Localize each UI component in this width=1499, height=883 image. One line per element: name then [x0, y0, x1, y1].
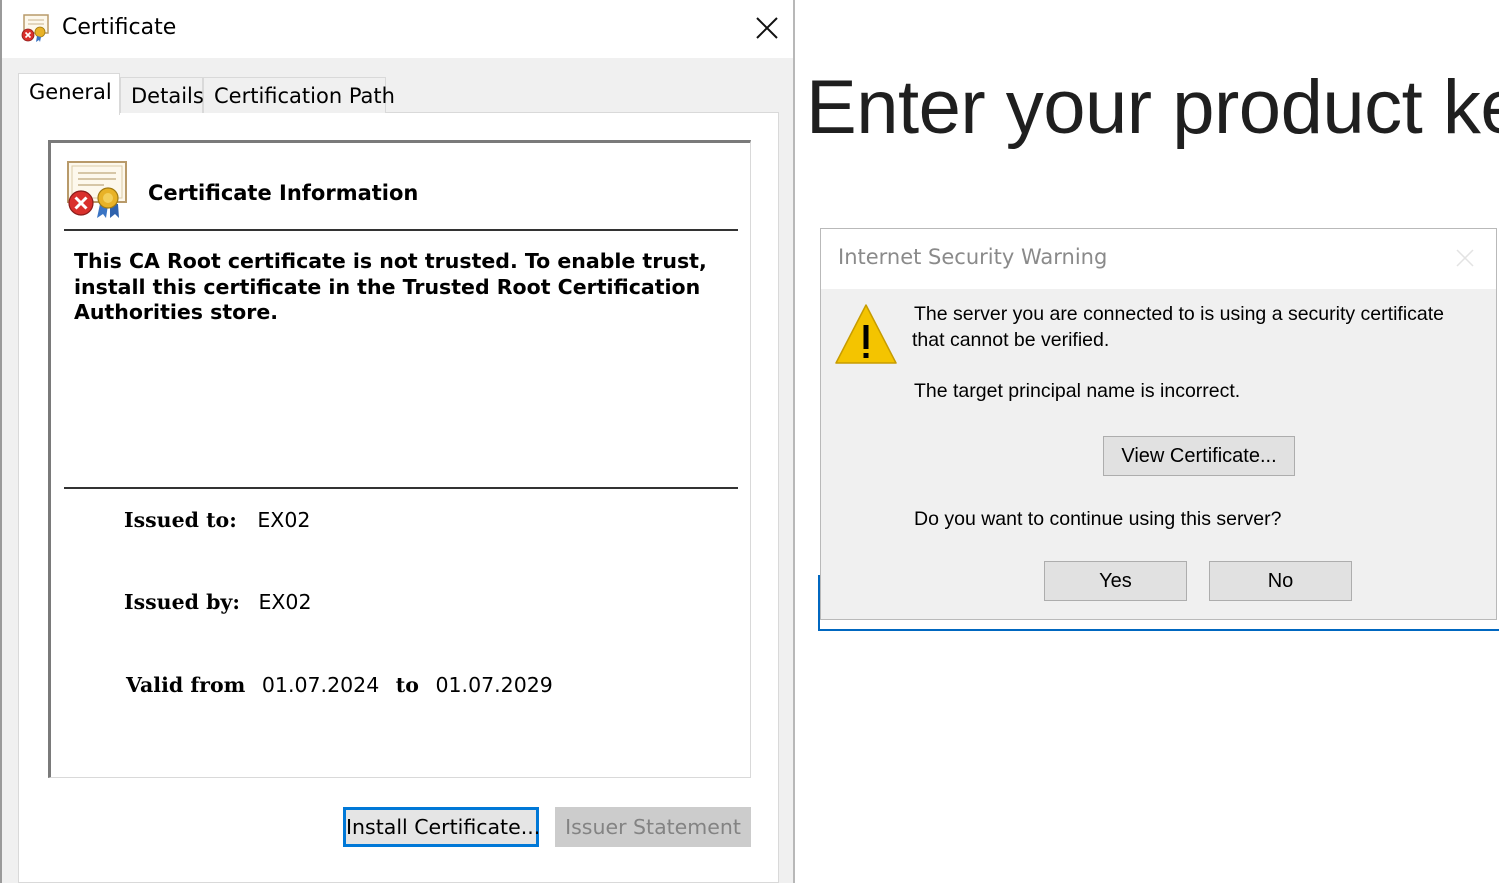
yes-button[interactable]: Yes	[1044, 561, 1187, 601]
issuer-statement-button: Issuer Statement	[555, 807, 751, 847]
issued-to-label: Issued to:	[124, 508, 237, 532]
view-certificate-button[interactable]: View Certificate...	[1103, 436, 1295, 476]
tab-details[interactable]: Details	[120, 77, 204, 113]
issued-by-value: EX02	[258, 590, 312, 614]
untrusted-warning-text: This CA Root certificate is not trusted.…	[74, 249, 707, 324]
valid-from-label: Valid from	[126, 673, 246, 697]
issued-to-value: EX02	[257, 508, 311, 532]
certificate-info-heading: Certificate Information	[148, 181, 419, 205]
dialog-title: Certificate	[62, 15, 177, 40]
tab-certification-path[interactable]: Certification Path	[203, 77, 395, 113]
close-icon[interactable]	[1452, 245, 1478, 271]
issued-to-row: Issued to: EX02	[124, 508, 310, 532]
continue-question-text: Do you want to continue using this serve…	[914, 508, 1282, 530]
validity-row: Valid from 01.07.2024 to 01.07.2029	[126, 673, 553, 697]
internet-security-warning-dialog: Internet Security Warning The server you…	[820, 228, 1497, 620]
certificate-titlebar: Certificate	[2, 0, 793, 58]
divider-bottom	[64, 487, 738, 489]
product-key-heading: Enter your product ke	[806, 65, 1499, 150]
certificate-untrusted-icon	[67, 161, 127, 218]
valid-to-label: to	[395, 673, 419, 697]
issued-by-label: Issued by:	[124, 590, 240, 614]
issued-by-row: Issued by: EX02	[124, 590, 312, 614]
security-message-line1: The server you are connected to is using…	[914, 303, 1445, 325]
no-button[interactable]: No	[1209, 561, 1352, 601]
valid-from-value: 01.07.2024	[261, 673, 380, 697]
close-button[interactable]	[746, 8, 788, 48]
divider-top	[64, 229, 738, 231]
security-warning-title: Internet Security Warning	[838, 245, 1108, 269]
close-icon	[756, 17, 778, 39]
valid-to-value: 01.07.2029	[435, 673, 553, 697]
certificate-error-icon	[21, 14, 49, 42]
security-detail-text: The target principal name is incorrect.	[914, 380, 1241, 402]
certificate-dialog: Certificate General Details Certificatio…	[0, 0, 795, 883]
security-message-line2: that cannot be verified.	[912, 329, 1110, 351]
security-warning-titlebar: Internet Security Warning	[821, 229, 1496, 289]
tab-general[interactable]: General	[18, 73, 120, 115]
warning-icon	[835, 304, 897, 364]
install-certificate-button[interactable]: Install Certificate...	[343, 807, 540, 847]
